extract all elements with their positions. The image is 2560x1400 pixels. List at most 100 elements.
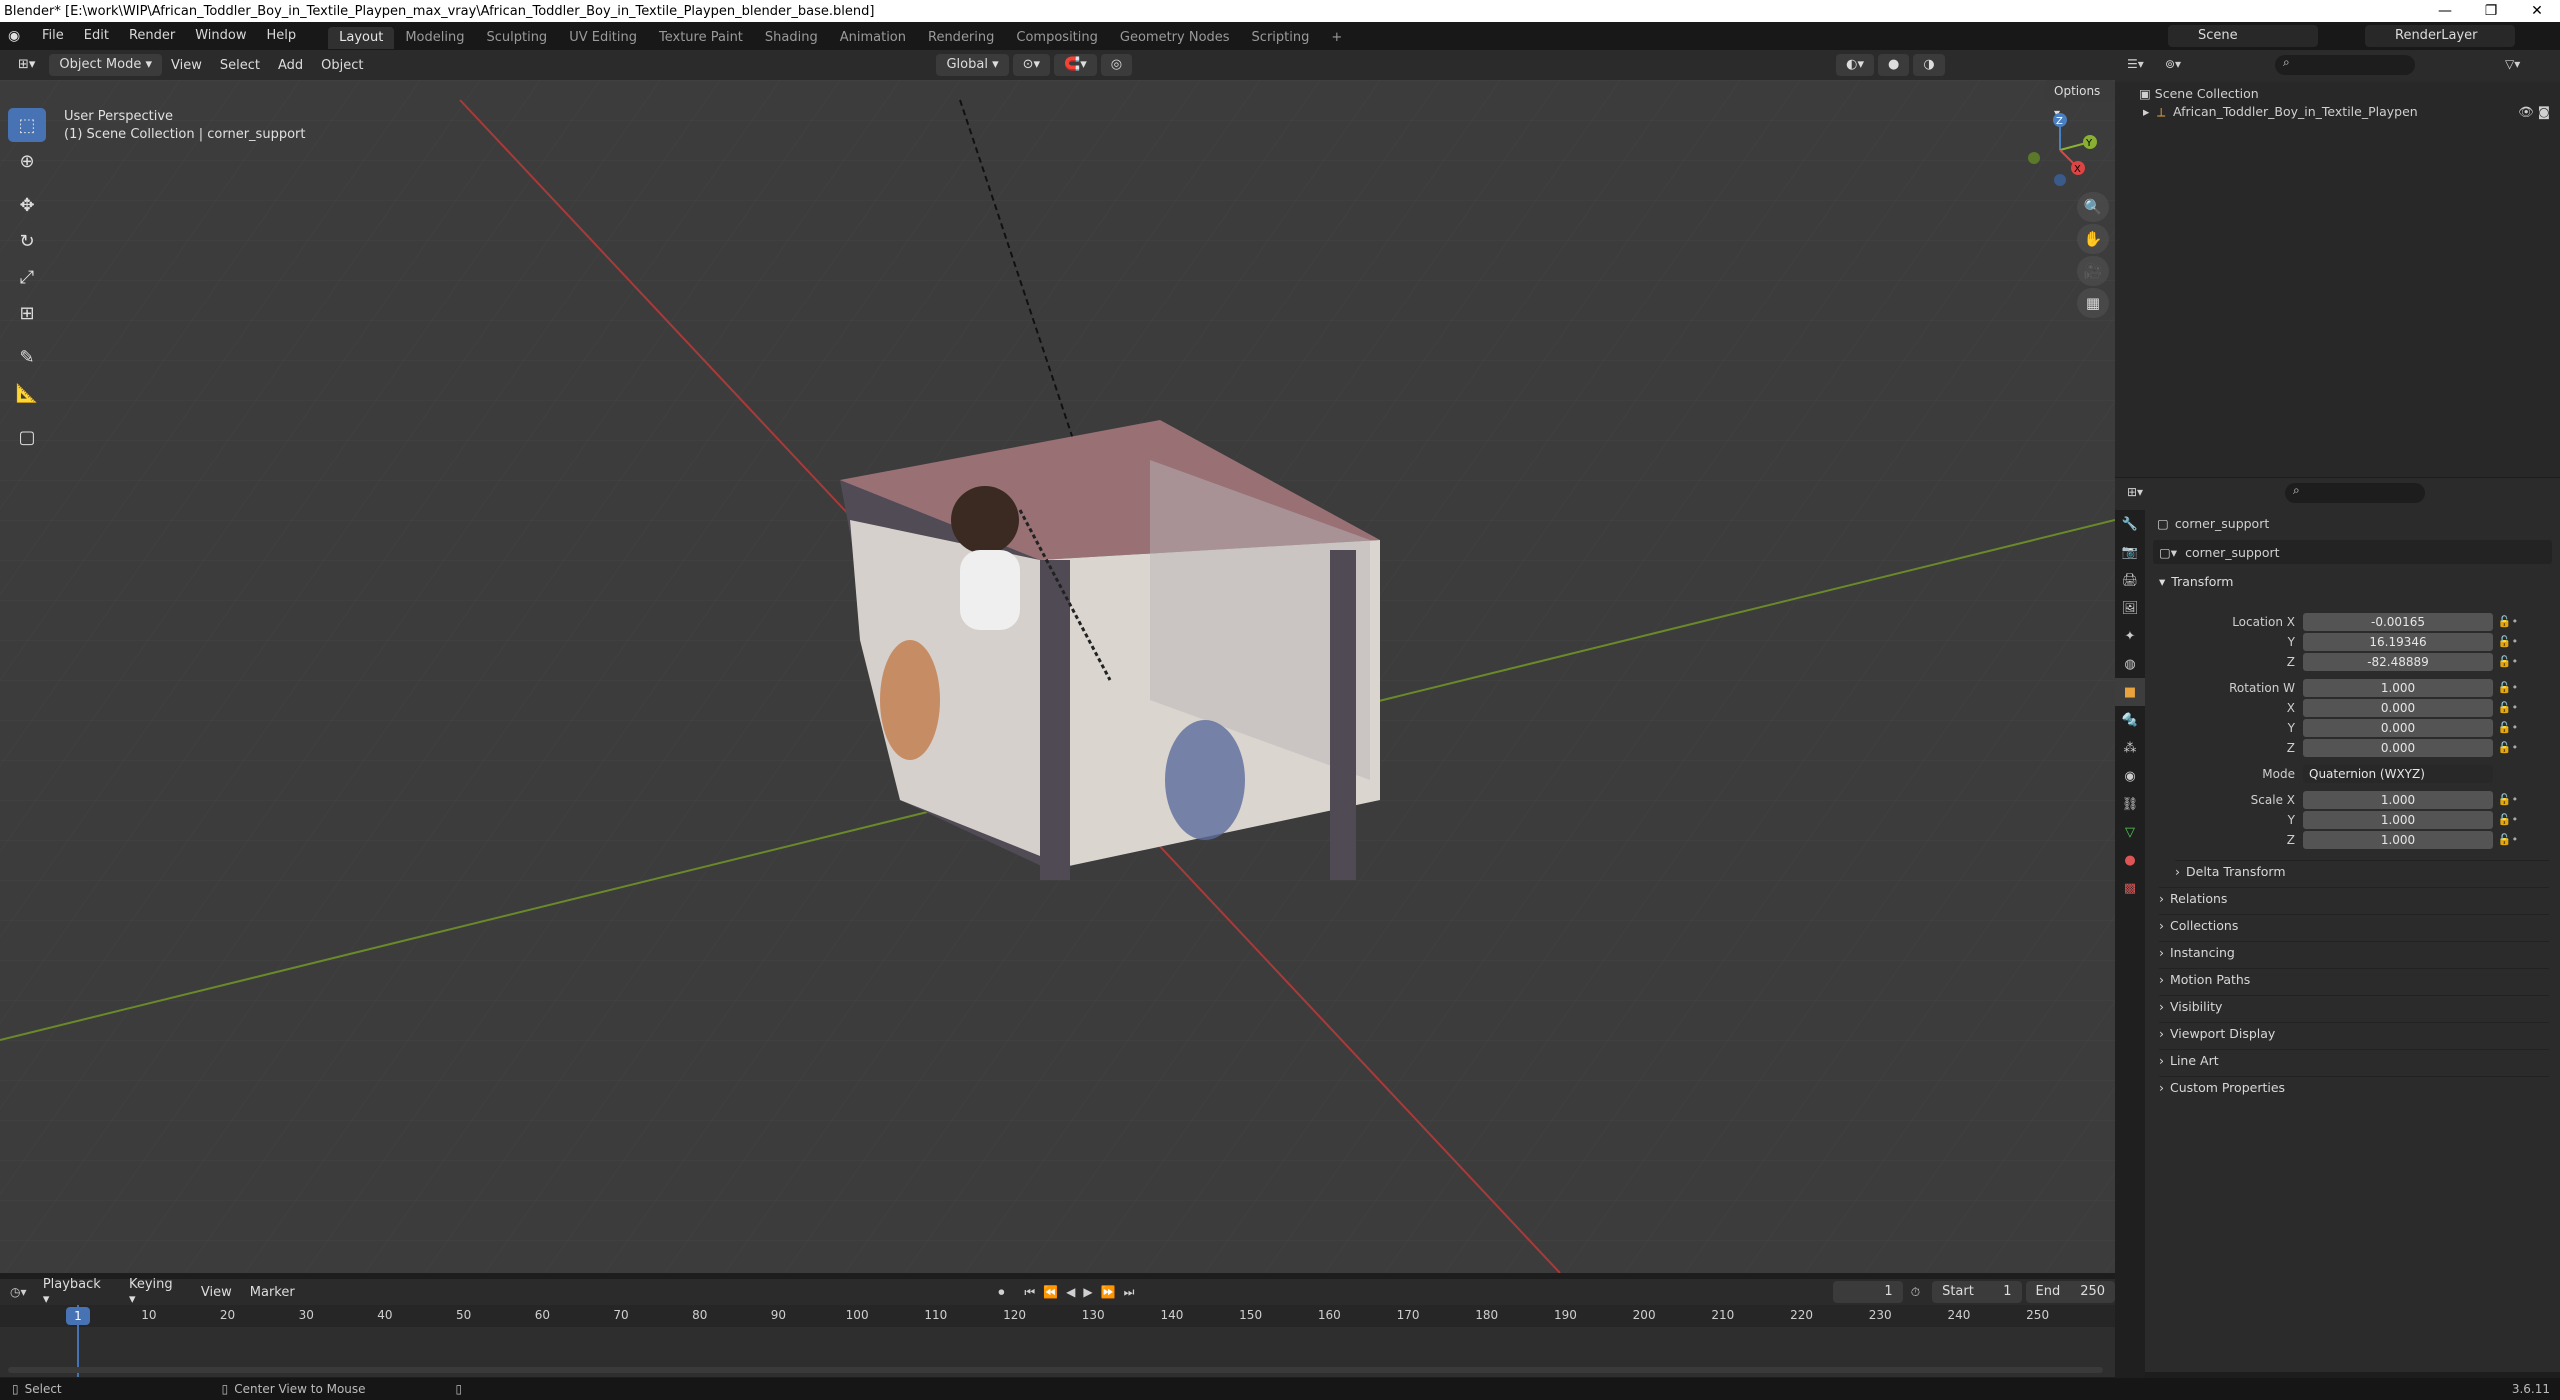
menu-view[interactable]: View <box>192 1285 241 1300</box>
viewport-display-panel[interactable]: › Viewport Display <box>2159 1022 2549 1044</box>
menu-add[interactable]: Add <box>269 58 312 73</box>
clock-icon[interactable]: ⏱ <box>1911 1285 1920 1300</box>
menu-edit[interactable]: Edit <box>74 22 119 50</box>
transform-panel-header[interactable]: ▾ Transform <box>2145 568 2560 594</box>
display-mode-icon[interactable]: ⊚▾ <box>2165 57 2181 71</box>
motion-paths-panel[interactable]: › Motion Paths <box>2159 968 2549 990</box>
outliner-root-row[interactable]: ▣ Scene Collection <box>2115 82 2560 102</box>
rotation-x-field[interactable]: 0.000 <box>2303 698 2493 717</box>
location-z-field[interactable]: -82.48889 <box>2303 652 2493 671</box>
prev-keyframe-icon[interactable]: ⏪ <box>1043 1285 1058 1299</box>
timeline-area[interactable]: 1102030405060708090100110120130140150160… <box>0 1305 2115 1377</box>
material-tab-icon[interactable]: ● <box>2115 846 2145 874</box>
current-frame-field[interactable]: 1 <box>1833 1281 1903 1303</box>
options-button[interactable]: Options ▾ <box>2044 80 2115 120</box>
rotate-icon[interactable]: ↻ <box>8 224 46 258</box>
pivot-icon[interactable]: ⊙▾ <box>1012 54 1051 76</box>
menu-playback[interactable]: Playback ▾ <box>34 1277 120 1307</box>
editor-type-icon[interactable]: ☰▾ <box>2127 57 2144 71</box>
lock-icon[interactable]: 🔓• <box>2493 615 2523 628</box>
view-layer-selector[interactable]: RenderLayer <box>2365 25 2515 47</box>
scale-x-field[interactable]: 1.000 <box>2303 790 2493 809</box>
annotate-icon[interactable]: ✎ <box>8 340 46 374</box>
visibility-eye-icon[interactable]: 👁 ◙ <box>2518 104 2550 120</box>
custom-properties-panel[interactable]: › Custom Properties <box>2159 1076 2549 1098</box>
next-keyframe-icon[interactable]: ⏩ <box>1101 1285 1116 1299</box>
lock-icon[interactable]: 🔓• <box>2493 681 2523 694</box>
proportional-edit-icon[interactable]: ◎ <box>1100 54 1133 76</box>
lock-icon[interactable]: 🔓• <box>2493 833 2523 846</box>
timeline-ruler[interactable]: 1102030405060708090100110120130140150160… <box>0 1305 2115 1327</box>
view-layer-tab-icon[interactable]: 🖼 <box>2115 594 2145 622</box>
world-tab-icon[interactable]: ◍ <box>2115 650 2145 678</box>
menu-file[interactable]: File <box>32 22 74 50</box>
select-box-icon[interactable]: ⬚ <box>8 108 46 142</box>
tab-animation[interactable]: Animation <box>829 27 917 49</box>
collections-panel[interactable]: › Collections <box>2159 914 2549 936</box>
scale-z-field[interactable]: 1.000 <box>2303 830 2493 849</box>
menu-select[interactable]: Select <box>211 58 269 73</box>
play-icon[interactable]: ▶ <box>1083 1285 1092 1299</box>
lock-icon[interactable]: 🔓• <box>2493 655 2523 668</box>
jump-end-icon[interactable]: ⏭ <box>1124 1285 1135 1300</box>
menu-keying[interactable]: Keying ▾ <box>120 1277 192 1307</box>
scene-selector[interactable]: Scene <box>2168 25 2318 47</box>
menu-marker[interactable]: Marker <box>241 1285 304 1300</box>
close-button[interactable]: ✕ <box>2514 0 2560 22</box>
instancing-panel[interactable]: › Instancing <box>2159 941 2549 963</box>
snap-icon[interactable]: 🧲▾ <box>1054 54 1097 76</box>
rotation-y-field[interactable]: 0.000 <box>2303 718 2493 737</box>
tab-uv-editing[interactable]: UV Editing <box>558 27 648 49</box>
transform-icon[interactable]: ⊞ <box>8 296 46 330</box>
mode-selector[interactable]: Object Mode ▾ <box>49 54 162 76</box>
transform-orientation-selector[interactable]: Global ▾ <box>936 54 1009 76</box>
properties-search-input[interactable]: ⌕ <box>2285 483 2425 503</box>
relations-panel[interactable]: › Relations <box>2159 887 2549 909</box>
location-y-field[interactable]: 16.19346 <box>2303 632 2493 651</box>
tab-compositing[interactable]: Compositing <box>1005 27 1109 49</box>
record-icon[interactable]: ⏺ <box>998 1285 1004 1300</box>
object-tab-icon[interactable]: ■ <box>2115 678 2145 706</box>
texture-tab-icon[interactable]: ▩ <box>2115 874 2145 902</box>
menu-view[interactable]: View <box>162 58 211 73</box>
measure-icon[interactable]: 📐 <box>8 376 46 410</box>
tab-sculpting[interactable]: Sculpting <box>475 27 558 49</box>
lock-icon[interactable]: 🔓• <box>2493 701 2523 714</box>
navigation-gizmo[interactable]: Z Y X <box>2020 110 2100 190</box>
menu-help[interactable]: Help <box>257 22 307 50</box>
move-icon[interactable]: ✥ <box>8 188 46 222</box>
rotation-mode-select[interactable]: Quaternion (WXYZ) <box>2303 764 2493 783</box>
shading-solid-icon[interactable]: ● <box>1878 54 1910 76</box>
output-tab-icon[interactable]: 🖨 <box>2115 566 2145 594</box>
camera-icon[interactable]: 🎥 <box>2077 256 2109 286</box>
cursor-icon[interactable]: ⊕ <box>8 144 46 178</box>
constraints-tab-icon[interactable]: ⛓ <box>2115 790 2145 818</box>
particles-tab-icon[interactable]: ⁂ <box>2115 734 2145 762</box>
modifier-tab-icon[interactable]: 🔩 <box>2115 706 2145 734</box>
filter-icon[interactable]: ▽▾ <box>2505 57 2520 71</box>
menu-window[interactable]: Window <box>185 22 256 50</box>
visibility-panel[interactable]: › Visibility <box>2159 995 2549 1017</box>
tool-tab-icon[interactable]: 🔧 <box>2115 510 2145 538</box>
tab-scripting[interactable]: Scripting <box>1241 27 1321 49</box>
outliner-search-input[interactable]: ⌕ <box>2275 55 2415 75</box>
tab-rendering[interactable]: Rendering <box>917 27 1005 49</box>
3d-viewport[interactable]: ⬚ ⊕ ✥ ↻ ⤢ ⊞ ✎ 📐 ▢ User Perspective (1) S… <box>0 80 2115 1273</box>
tab-texture-paint[interactable]: Texture Paint <box>648 27 754 49</box>
minimize-button[interactable]: — <box>2422 0 2468 22</box>
editor-type-icon[interactable]: ◷▾ <box>10 1285 34 1299</box>
rotation-z-field[interactable]: 0.000 <box>2303 738 2493 757</box>
scale-y-field[interactable]: 1.000 <box>2303 810 2493 829</box>
lock-icon[interactable]: 🔓• <box>2493 741 2523 754</box>
tab-layout[interactable]: Layout <box>328 27 395 49</box>
add-cube-icon[interactable]: ▢ <box>8 420 46 454</box>
add-workspace-button[interactable]: + <box>1320 27 1353 49</box>
outliner-item[interactable]: ▸ ⟂ African_Toddler_Boy_in_Textile_Playp… <box>2115 102 2560 122</box>
editor-type-icon[interactable]: ⊞▾ <box>8 54 46 76</box>
end-frame-field[interactable]: End 250 <box>2025 1281 2116 1303</box>
pan-hand-icon[interactable]: ✋ <box>2077 224 2109 254</box>
rotation-w-field[interactable]: 1.000 <box>2303 678 2493 697</box>
line-art-panel[interactable]: › Line Art <box>2159 1049 2549 1071</box>
timeline-scrollbar[interactable] <box>8 1367 2103 1373</box>
tab-modeling[interactable]: Modeling <box>394 27 475 49</box>
